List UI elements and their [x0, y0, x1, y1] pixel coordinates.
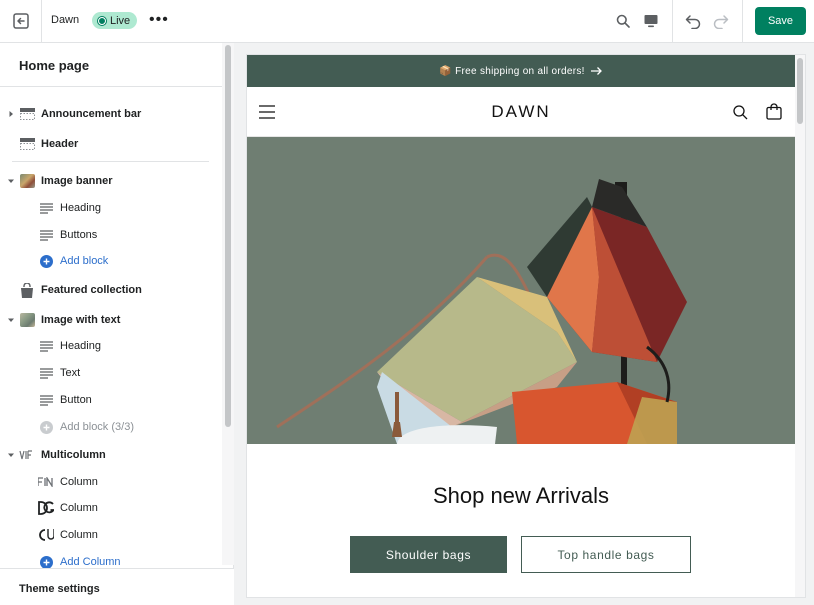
plus-circle-icon	[38, 254, 54, 268]
block-text[interactable]: Text	[0, 360, 222, 386]
more-actions-button[interactable]: •••	[149, 11, 169, 29]
storefront-preview: 📦 Free shipping on all orders! DAWN Shop…	[246, 54, 806, 598]
tag-icon	[19, 282, 35, 298]
block-label: Text	[60, 367, 81, 379]
header-section-icon	[19, 137, 35, 151]
section-label: Header	[41, 138, 79, 150]
image-with-text-thumbnail	[19, 313, 35, 327]
text-lines-icon	[38, 201, 54, 215]
column-image-thumbnail	[38, 501, 54, 515]
announcement-bar[interactable]: 📦 Free shipping on all orders!	[247, 55, 795, 87]
redo-icon	[713, 15, 729, 29]
handbags-banner-image	[247, 137, 795, 444]
live-dot-icon	[98, 16, 106, 25]
sidebar-divider	[0, 86, 222, 87]
undo-button[interactable]	[683, 11, 703, 31]
text-lines-icon	[38, 339, 54, 353]
block-label: Column	[60, 476, 98, 488]
arrow-right-icon	[590, 67, 602, 75]
section-label: Featured collection	[41, 284, 142, 296]
section-label: Multicolumn	[41, 449, 106, 461]
cart-icon[interactable]	[766, 103, 782, 120]
theme-settings-label: Theme settings	[19, 583, 100, 595]
theme-name: Dawn	[51, 14, 80, 26]
add-block-disabled: Add block (3/3)	[0, 414, 222, 440]
editor-topbar: Dawn Live ••• Save	[0, 0, 814, 43]
announcement-text: 📦 Free shipping on all orders!	[439, 65, 585, 77]
caret-down-icon	[8, 453, 14, 457]
exit-icon	[12, 13, 29, 29]
plus-circle-icon	[38, 555, 54, 569]
text-lines-icon	[38, 228, 54, 242]
store-logo[interactable]: DAWN	[247, 102, 795, 122]
store-search-icon[interactable]	[733, 105, 748, 120]
block-label: Buttons	[60, 229, 98, 241]
block-buttons[interactable]: Buttons	[0, 222, 222, 248]
page-title[interactable]: Home page	[19, 58, 89, 73]
exit-button[interactable]	[0, 0, 42, 42]
block-column[interactable]: Column	[0, 522, 222, 548]
column-image-thumbnail	[38, 475, 54, 489]
sidebar-scrollbar[interactable]	[222, 43, 234, 565]
sidebar-group-divider	[12, 161, 209, 162]
caret-down-icon	[8, 179, 14, 183]
section-image-with-text[interactable]: Image with text	[0, 307, 222, 333]
image-banner-thumbnail	[19, 174, 35, 188]
theme-settings-button[interactable]: Theme settings	[0, 568, 234, 605]
block-label: Button	[60, 394, 92, 406]
section-header[interactable]: Header	[0, 131, 222, 157]
section-label: Announcement bar	[41, 108, 142, 120]
save-button[interactable]: Save	[755, 7, 806, 35]
add-block-label: Add block	[60, 255, 109, 267]
multicolumn-thumbnail	[19, 448, 35, 462]
top-handle-bags-button[interactable]: Top handle bags	[521, 536, 691, 573]
block-column[interactable]: Column	[0, 469, 222, 495]
caret-down-icon	[8, 318, 14, 322]
section-image-banner[interactable]: Image banner	[0, 168, 222, 194]
image-banner[interactable]	[247, 137, 795, 444]
block-label: Column	[60, 502, 98, 514]
section-announcement-bar[interactable]: Announcement bar	[0, 101, 222, 127]
text-lines-icon	[38, 366, 54, 380]
block-column[interactable]: Column	[0, 495, 222, 521]
section-multicolumn[interactable]: Multicolumn	[0, 442, 222, 468]
caret-right-icon	[9, 111, 13, 117]
announcement-bar-icon	[19, 107, 35, 121]
column-image-thumbnail	[38, 528, 54, 542]
add-block-button[interactable]: Add block	[0, 248, 222, 274]
section-label: Image banner	[41, 175, 113, 187]
search-button[interactable]	[613, 11, 633, 31]
toolbar-divider	[742, 0, 743, 42]
preview-scrollbar[interactable]	[795, 55, 805, 597]
block-label: Heading	[60, 202, 101, 214]
search-icon	[616, 14, 630, 28]
desktop-icon	[644, 15, 658, 28]
block-heading[interactable]: Heading	[0, 195, 222, 221]
desktop-preview-button[interactable]	[641, 11, 661, 31]
add-block-label: Add block (3/3)	[60, 421, 134, 433]
preview-scrollbar-thumb[interactable]	[797, 58, 803, 124]
live-status-label: Live	[110, 14, 131, 27]
rich-text-heading: Shop new Arrivals	[432, 483, 610, 508]
block-heading[interactable]: Heading	[0, 333, 222, 359]
plus-circle-icon	[38, 420, 54, 434]
block-button[interactable]: Button	[0, 387, 222, 413]
block-label: Column	[60, 529, 98, 541]
store-header: DAWN	[247, 87, 795, 137]
section-label: Image with text	[41, 314, 121, 326]
sidebar-scrollbar-thumb[interactable]	[225, 45, 231, 427]
text-lines-icon	[38, 393, 54, 407]
section-featured-collection[interactable]: Featured collection	[0, 277, 222, 303]
sections-sidebar: Home page Announcement bar Header Image …	[0, 43, 234, 605]
toolbar-divider	[672, 0, 673, 42]
shoulder-bags-button[interactable]: Shoulder bags	[350, 536, 507, 573]
undo-icon	[685, 15, 701, 29]
rich-text-section: Shop new Arrivals Shoulder bags Top hand…	[247, 444, 795, 597]
block-label: Heading	[60, 340, 101, 352]
live-status-badge: Live	[92, 12, 138, 29]
add-column-label: Add Column	[60, 556, 121, 568]
redo-button[interactable]	[711, 11, 731, 31]
